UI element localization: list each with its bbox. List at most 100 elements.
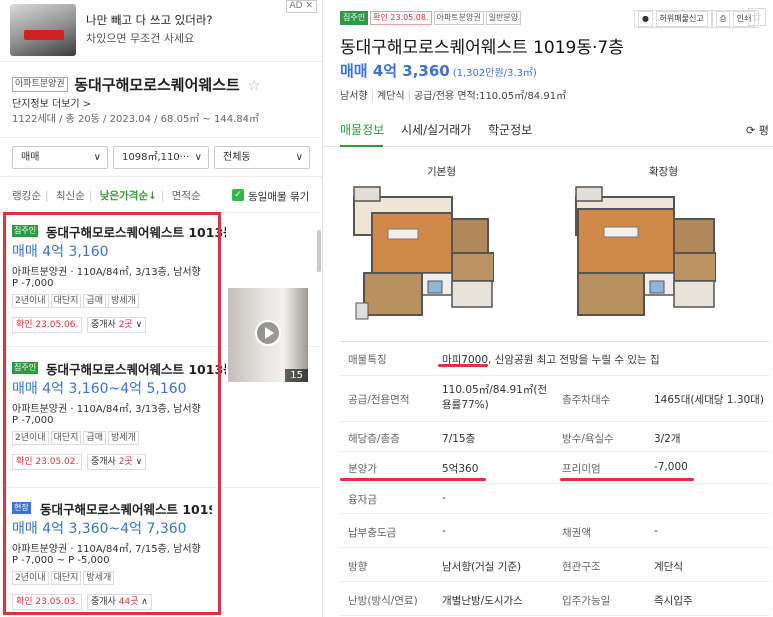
detail-meta: 남서향 | 계단식 | 공급/전용 면적:110.05㎡/84.91㎡	[340, 91, 567, 102]
listing-price: 매매 4억 3,160~4억 5,160	[12, 381, 187, 397]
broker-count: 44곳	[118, 597, 139, 607]
row-value: 5억360	[442, 463, 479, 475]
area-select[interactable]: 1098㎡,110··· ∨	[113, 146, 209, 169]
listing-tags: 2년이내 대단지 급매 방세개	[12, 430, 141, 445]
row-key: 공급/전용면적	[348, 394, 410, 406]
row-key: 난방(방식/연료)	[348, 595, 418, 607]
favorite-star-icon[interactable]: ☆	[748, 8, 766, 26]
table-row: 난방(방식/연료) 개별난방/도시가스 입주가능일 즉시입주	[340, 582, 770, 616]
row-value: -	[442, 525, 446, 537]
floorplan-extended-label: 확장형	[649, 166, 678, 178]
siren-icon: ●	[638, 11, 653, 27]
table-row: 공급/전용면적 110.05㎡/84.91㎡(전용률77%) 총주차대수 146…	[340, 376, 770, 422]
confirmed-badge: 확인 23.05.08.	[370, 11, 432, 25]
meta-direction: 남서향	[340, 91, 368, 102]
list-item[interactable]: 현장 동대구해모로스퀘어웨스트 1019동 매매 4억 3,360~4억 7,3…	[0, 490, 320, 617]
row-key: 해당층/총층	[348, 433, 400, 445]
owner-badge: 집주인	[12, 225, 39, 237]
complex-detail-link[interactable]: 단지정보 더보기 >	[12, 95, 91, 110]
play-icon[interactable]	[255, 320, 281, 346]
confirmed-date: 확인 23.05.03.	[12, 594, 83, 610]
scrollbar[interactable]	[317, 230, 321, 272]
listing-list: 집주인 동대구해모로스퀘어웨스트 1013동 매매 4억 3,160 아파트분양…	[0, 212, 320, 617]
row-key: 현관구조	[562, 561, 601, 573]
row-key: 프리미엄	[562, 463, 601, 475]
broker-label: 중개사	[91, 457, 119, 467]
row-value: 남서향(거실 기준)	[442, 561, 522, 573]
chevron-down-icon: ∨	[132, 320, 143, 330]
detail-title: 동대구해모로스퀘어웨스트 1019동·7층	[340, 38, 624, 58]
listing-tag: 방세개	[107, 294, 139, 308]
confirmed-date: 확인 23.05.02.	[12, 454, 83, 470]
trade-type-value: 매매	[21, 152, 40, 163]
broker-count: 2곳	[118, 457, 133, 467]
detail-price: 매매 4억 3,360 (1,302만원/3.3㎡)	[340, 60, 537, 81]
broker-count: 2곳	[118, 320, 133, 330]
active-tab-indicator	[340, 145, 383, 147]
ad-image[interactable]	[10, 4, 76, 56]
same-listing-checkbox[interactable]: ✓	[232, 189, 244, 201]
detail-panel: 집주인 확인 23.05.08. 아파트분양권 일반분양 ● 허위매물신고 ⎙ 인쇄 ☆…	[324, 0, 773, 617]
ad-banner[interactable]: 나만 빼고 다 쓰고 있더라? 차있으면 무조건 사세요 AD ✕	[0, 0, 322, 62]
listing-tag: 방세개	[83, 571, 115, 585]
table-row: 납부충도금 - 채권액 -	[340, 514, 770, 548]
listing-title[interactable]: 동대구해모로스퀘어웨스트 1013동	[46, 222, 226, 241]
underline-annotation	[438, 364, 488, 367]
floorplan-basic-image[interactable]	[352, 185, 494, 325]
chevron-down-icon: ∨	[93, 152, 101, 163]
tab-listing-info[interactable]: 매물정보	[340, 121, 384, 138]
listing-title[interactable]: 동대구해모로스퀘어웨스트 1013동	[46, 359, 226, 378]
table-row: 해당층/총층 7/15층 방수/욕실수 3/2개	[340, 422, 770, 452]
listing-tag: 2년이내	[12, 294, 49, 308]
detail-price-unit: (1,302만원/3.3㎡)	[452, 68, 537, 79]
tab-price-history[interactable]: 시세/실거래가	[401, 121, 471, 138]
favorite-star-icon[interactable]: ☆	[247, 76, 260, 94]
broker-count-button[interactable]: 중개사 2곳 ∨	[87, 317, 147, 333]
row-value: 110.05㎡/84.91㎡(전용률77%)	[442, 384, 548, 411]
floorplan-extended-image[interactable]	[574, 185, 716, 325]
sort-latest[interactable]: 최신순	[56, 190, 85, 202]
ad-headline[interactable]: 나만 빼고 다 쓰고 있더라?	[86, 12, 213, 28]
broker-count-button[interactable]: 중개사 2곳 ∨	[87, 454, 147, 470]
sort-ranking[interactable]: 랭킹순	[12, 190, 41, 202]
listing-tag: 2년이내	[12, 431, 49, 445]
report-button[interactable]: ● 허위매물신고	[634, 10, 712, 28]
broker-count-button[interactable]: 중개사 44곳 ∧	[87, 594, 152, 610]
table-row: 방향 남서향(거실 기준) 현관구조 계단식	[340, 548, 770, 582]
listing-price: 매매 4억 3,360~4억 7,360	[12, 521, 187, 537]
listing-video-thumbnail[interactable]: 15	[228, 288, 308, 382]
sort-area[interactable]: 면적순	[172, 190, 201, 202]
trade-type-select[interactable]: 매매 ∨	[12, 146, 108, 169]
onsite-badge: 현장	[12, 502, 31, 514]
row-key: 방향	[348, 561, 368, 573]
underline-annotation	[560, 478, 694, 481]
row-key: 매물특징	[348, 354, 387, 366]
ad-close-button[interactable]: AD ✕	[285, 0, 317, 13]
type-badge: 아파트분양권	[433, 11, 484, 25]
row-value: 7/15층	[442, 433, 476, 445]
dong-select[interactable]: 전체동 ∨	[214, 146, 310, 169]
listing-price: 매매 4억 3,160	[12, 244, 109, 260]
print-icon: ⎙	[715, 11, 731, 27]
ad-subline[interactable]: 차있으면 무조건 사세요	[86, 30, 194, 46]
tab-school-info[interactable]: 학군정보	[488, 121, 532, 138]
same-listing-label[interactable]: 동일매물 묶기	[248, 189, 309, 204]
meta-structure: 계단식	[376, 91, 405, 102]
broker-label: 중개사	[91, 597, 119, 607]
listing-tag: 방세개	[107, 431, 139, 445]
listing-title[interactable]: 동대구해모로스퀘어웨스트 1019동	[40, 499, 212, 518]
chevron-up-icon: ∧	[138, 597, 148, 607]
floorplan-basic-label: 기본형	[427, 166, 456, 178]
chevron-down-icon: ∨	[132, 457, 143, 467]
row-key: 분양가	[348, 463, 377, 475]
sort-low-price[interactable]: 낮은가격순↓	[100, 190, 157, 202]
underline-annotation	[340, 478, 486, 481]
row-key: 납부충도금	[348, 527, 397, 539]
row-value: -7,000	[654, 461, 688, 473]
complex-name: 동대구해모로스퀘어웨스트	[74, 76, 240, 94]
listing-tags: 2년이내 대단지 급매 방세개	[12, 293, 141, 308]
area-unit-toggle[interactable]: ⟳ 평	[746, 122, 769, 138]
row-key: 총주차대수	[562, 394, 611, 406]
listing-tag: 대단지	[50, 294, 82, 308]
listing-premium: P -7,000	[12, 278, 54, 289]
